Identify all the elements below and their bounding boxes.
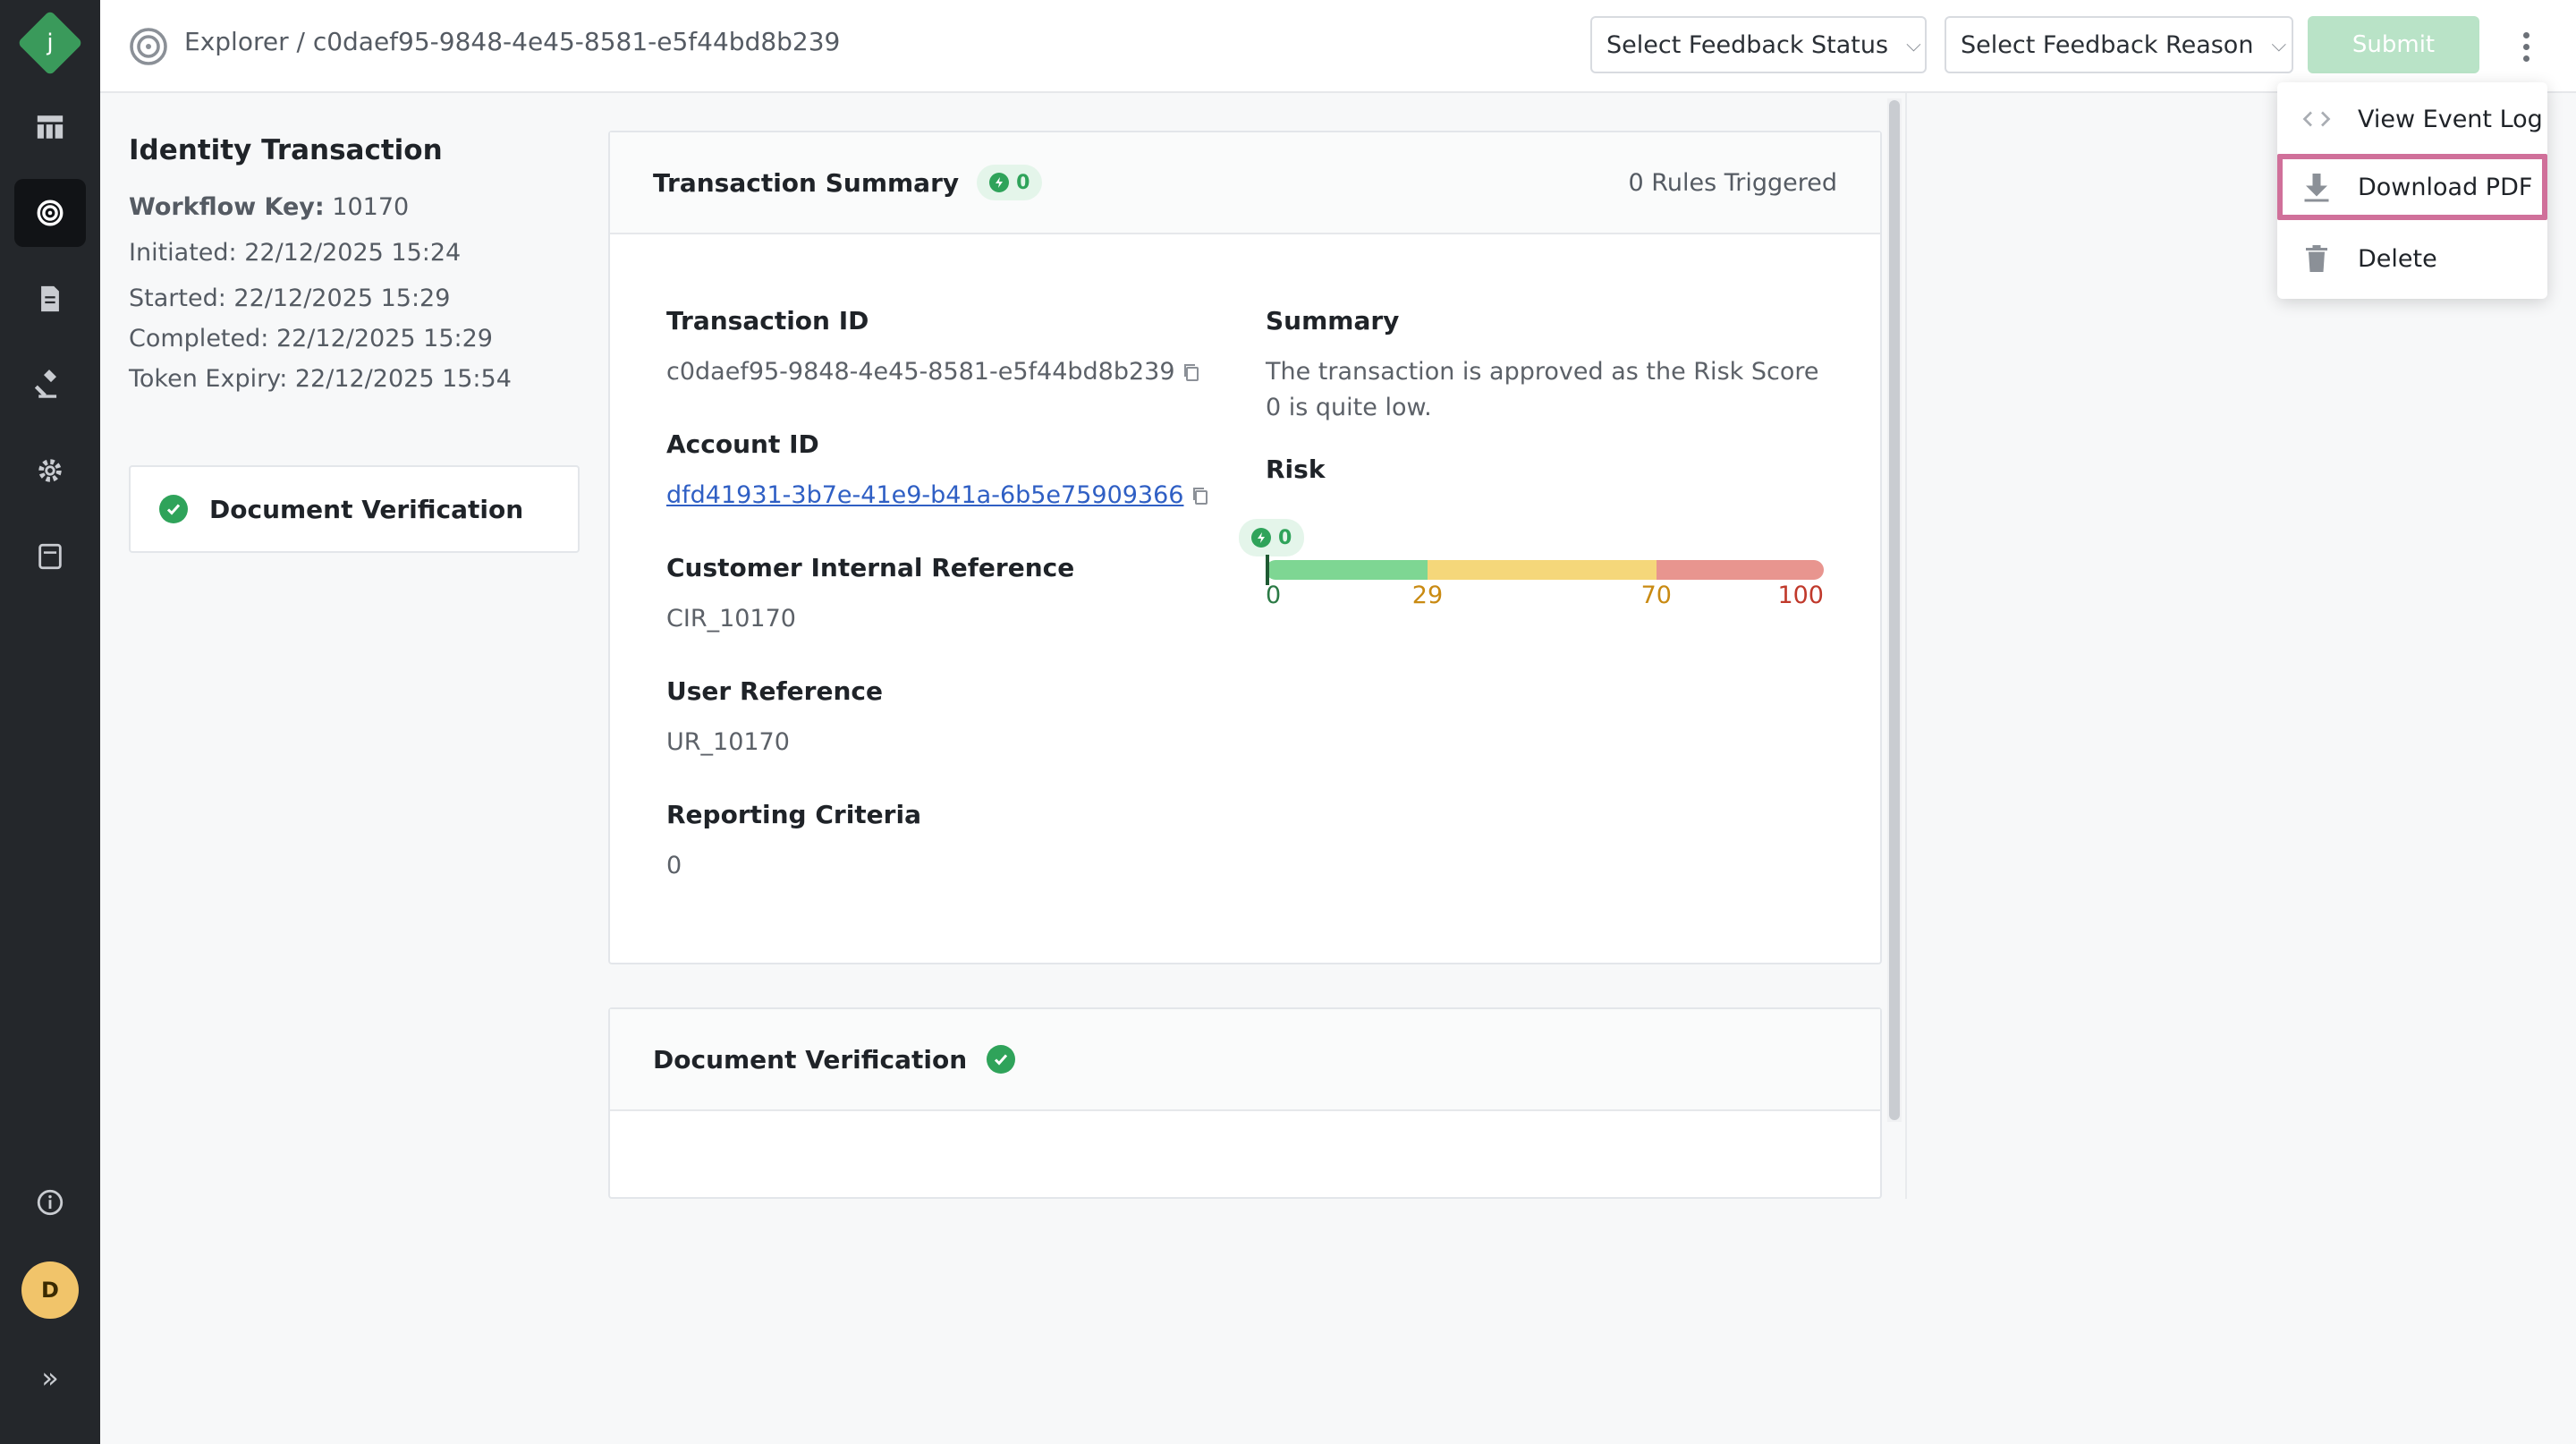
explorer-icon [37, 200, 64, 226]
rules-badge: 0 [977, 165, 1043, 200]
document-verification-title: Document Verification [653, 1044, 968, 1075]
customer-internal-reference-label: Customer Internal Reference [666, 553, 1075, 582]
sidebar-item-rules[interactable] [14, 351, 86, 419]
bolt-icon [1251, 528, 1271, 548]
started-time: Started: 22/12/2025 15:29 [129, 285, 451, 312]
risk-tick-0: 0 [1266, 582, 1282, 609]
app-logo[interactable]: j [17, 10, 83, 76]
risk-label: Risk [1266, 454, 1326, 484]
sidebar-item-settings[interactable] [14, 437, 86, 505]
account-id-link[interactable]: dfd41931-3b7e-41e9-b41a-6b5e75909366 [666, 481, 1183, 509]
initiated-time: Initiated: 22/12/2025 15:24 [129, 239, 462, 267]
breadcrumb: Explorer / c0daef95-9848-4e45-8581-e5f44… [184, 27, 841, 56]
trash-icon [2306, 245, 2327, 272]
risk-score-value: 0 [1278, 526, 1292, 549]
completed-time: Completed: 22/12/2025 15:29 [129, 325, 493, 353]
chevron-down-icon: ⌵ [2271, 33, 2287, 56]
reporting-criteria-label: Reporting Criteria [666, 800, 921, 829]
info-icon [37, 1189, 64, 1216]
explorer-icon [130, 28, 167, 65]
workflow-key-label: Workflow Key: [129, 193, 325, 221]
transaction-summary-title: Transaction Summary [653, 167, 960, 198]
menu-item-delete[interactable]: Delete [2277, 225, 2547, 292]
user-reference-value: UR_10170 [666, 728, 790, 756]
feedback-reason-select[interactable]: Select Feedback Reason ⌵ [1945, 16, 2293, 73]
check-circle-icon [987, 1045, 1016, 1074]
document-icon [41, 285, 59, 312]
risk-segment-high [1656, 560, 1824, 580]
copy-icon[interactable] [1190, 485, 1211, 506]
submit-button[interactable]: Submit [2308, 16, 2479, 73]
account-id-label: Account ID [666, 429, 819, 459]
transaction-id-label: Transaction ID [666, 306, 869, 336]
workflow-key: Workflow Key: 10170 [129, 193, 585, 221]
options-menu: View Event Log Download PDF Delete [2277, 82, 2547, 299]
summary-text: The transaction is approved as the Risk … [1266, 358, 1819, 421]
risk-segment-low [1266, 560, 1428, 580]
gear-icon [38, 459, 62, 482]
sidebar-item-explorer[interactable] [14, 179, 86, 247]
feedback-status-select[interactable]: Select Feedback Status ⌵ [1590, 16, 1927, 73]
menu-item-download-pdf[interactable]: Download PDF [2277, 154, 2547, 220]
feedback-reason-label: Select Feedback Reason [1961, 30, 2254, 59]
scrollbar-thumb[interactable] [1889, 100, 1900, 1120]
sidebar: j D » [0, 0, 100, 1444]
expand-sidebar-icon[interactable]: » [32, 1360, 68, 1396]
reporting-criteria-value: 0 [666, 852, 682, 879]
document-verification-header[interactable]: Document Verification [610, 1009, 1880, 1111]
transaction-id-value: c0daef95-9848-4e45-8581-e5f44bd8b239 [666, 358, 1175, 386]
transaction-type-title: Identity Transaction [129, 134, 443, 166]
transaction-info: Identity Transaction Workflow Key: 10170… [129, 134, 585, 411]
download-icon [2304, 174, 2329, 202]
risk-tick-100: 100 [1777, 582, 1824, 609]
risk-segment-medium [1427, 560, 1657, 580]
document-verification-card: Document Verification [608, 1007, 1882, 1199]
risk-score-badge: 0 [1239, 519, 1305, 556]
sidebar-item-info[interactable] [14, 1168, 86, 1236]
sidebar-item-notebook[interactable] [14, 522, 86, 590]
gavel-icon [35, 369, 57, 398]
user-reference-label: User Reference [666, 676, 883, 706]
rules-badge-count: 0 [1016, 171, 1030, 194]
menu-item-label: View Event Log [2358, 105, 2543, 133]
sidebar-item-tables[interactable] [14, 93, 86, 161]
token-expiry-time: Token Expiry: 22/12/2025 15:54 [129, 365, 512, 393]
step-document-verification[interactable]: Document Verification [129, 465, 580, 553]
customer-internal-reference-value: CIR_10170 [666, 605, 796, 633]
step-label: Document Verification [209, 494, 524, 524]
summary-label: Summary [1266, 306, 1400, 336]
workflow-key-value: 10170 [332, 193, 410, 221]
user-avatar[interactable]: D [21, 1261, 79, 1319]
more-options-icon[interactable] [2504, 23, 2547, 70]
check-circle-icon [159, 495, 188, 523]
risk-tick-29: 29 [1411, 582, 1444, 609]
chevron-down-icon: ⌵ [1906, 33, 1921, 56]
app-logo-letter: j [47, 30, 54, 56]
content-divider [1905, 93, 1907, 1199]
notebook-icon [38, 543, 62, 570]
menu-item-view-event-log[interactable]: View Event Log [2277, 86, 2547, 152]
code-icon [2302, 111, 2331, 127]
risk-bar [1266, 560, 1824, 580]
table-icon [37, 115, 64, 139]
menu-item-label: Download PDF [2358, 173, 2533, 201]
menu-item-label: Delete [2358, 244, 2437, 273]
copy-icon[interactable] [1181, 361, 1202, 383]
content-scrollbar[interactable] [1887, 98, 1902, 1122]
sidebar-item-documents[interactable] [14, 265, 86, 333]
transaction-summary-header: Transaction Summary 0 0 Rules Triggered [610, 132, 1880, 234]
risk-score-marker [1266, 555, 1269, 585]
bolt-icon [989, 173, 1010, 192]
rules-triggered: 0 Rules Triggered [1628, 168, 1837, 197]
risk-tick-70: 70 [1640, 582, 1672, 609]
feedback-status-label: Select Feedback Status [1606, 30, 1889, 59]
